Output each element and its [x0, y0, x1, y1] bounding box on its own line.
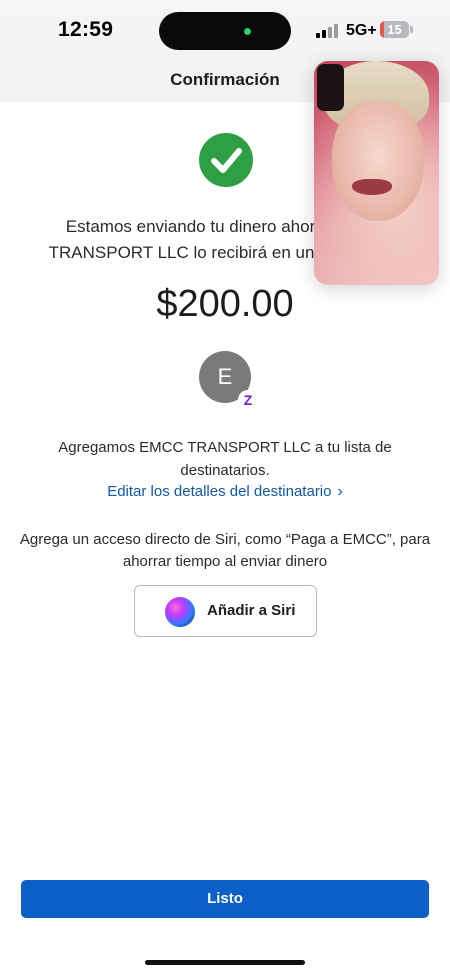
amount: $200.00	[156, 283, 294, 325]
self-view-thumbnail[interactable]	[317, 64, 344, 111]
video-person-mouth	[352, 179, 392, 195]
add-to-siri-label: Añadir a Siri	[207, 602, 296, 619]
done-button[interactable]: Listo	[21, 880, 429, 918]
battery-percent: 15	[387, 22, 402, 37]
signal-icon	[316, 24, 338, 38]
facetime-video-overlay[interactable]	[314, 61, 439, 285]
video-person-face	[332, 101, 424, 221]
success-check-icon	[199, 133, 253, 187]
chevron-right-icon: ›	[337, 483, 343, 500]
battery-icon: 15	[380, 21, 409, 38]
network-type: 5G+	[346, 22, 377, 39]
zelle-icon: Z	[238, 390, 258, 410]
dynamic-island	[159, 12, 291, 50]
edit-recipient-link[interactable]: Editar los detalles del destinatario ›	[0, 483, 450, 501]
home-indicator[interactable]	[145, 960, 305, 965]
status-time: 12:59	[58, 18, 114, 41]
edit-recipient-label[interactable]: Editar los detalles del destinatario	[107, 483, 331, 500]
siri-icon	[165, 597, 195, 627]
siri-shortcut-text: Agrega un acceso directo de Siri, como “…	[19, 531, 431, 570]
add-to-siri-button[interactable]: Añadir a Siri	[134, 585, 317, 637]
recipient-added-text: Agregamos EMCC TRANSPORT LLC a tu lista …	[58, 439, 392, 479]
camera-indicator-icon	[244, 28, 251, 35]
battery-cap	[410, 26, 413, 33]
